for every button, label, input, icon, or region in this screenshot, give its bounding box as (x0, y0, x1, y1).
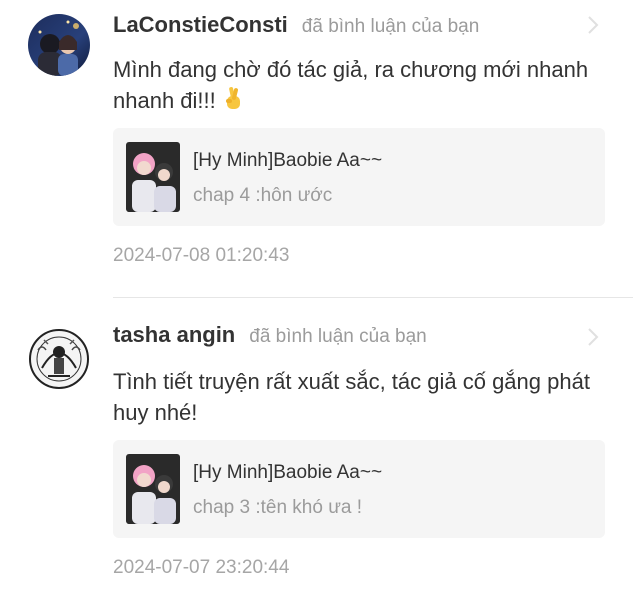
chapter-title: chap 3 :tên khó ưa ! (193, 497, 363, 518)
action-text: đã bình luận của bạn (249, 326, 427, 347)
chapter-title: chap 4 :hôn ước (193, 185, 333, 206)
avatar-image (28, 14, 90, 76)
comment-header: tasha angin đã bình luận của bạn (113, 322, 427, 348)
comment-notification-list: LaConstieConsti đã bình luận của bạn Mìn… (0, 0, 633, 600)
chevron-right-icon[interactable] (586, 14, 600, 36)
story-cover-image (126, 454, 180, 524)
crossed-fingers-icon (222, 85, 246, 119)
story-title: [Hy Minh]Baobie Aa~~ (193, 462, 383, 483)
avatar[interactable] (28, 14, 90, 76)
story-title: [Hy Minh]Baobie Aa~~ (193, 150, 383, 171)
timestamp: 2024-07-08 01:20:43 (113, 245, 290, 266)
comment-text-content: Mình đang chờ đó tác giả, ra chương mới … (113, 57, 589, 113)
story-cover-image (126, 142, 180, 212)
comment-text-content: Tình tiết truyện rất xuất sắc, tác giả c… (113, 369, 590, 425)
comment-item[interactable]: tasha angin đã bình luận của bạn Tình ti… (0, 298, 633, 600)
chevron-right-icon[interactable] (586, 326, 600, 348)
comment-header: LaConstieConsti đã bình luận của bạn (113, 12, 479, 38)
timestamp: 2024-07-07 23:20:44 (113, 557, 290, 578)
action-text: đã bình luận của bạn (301, 16, 480, 37)
avatar[interactable] (28, 328, 90, 390)
username[interactable]: LaConstieConsti (113, 12, 288, 38)
story-card[interactable]: [Hy Minh]Baobie Aa~~ chap 3 :tên khó ưa … (113, 440, 605, 538)
story-card[interactable]: [Hy Minh]Baobie Aa~~ chap 4 :hôn ước (113, 128, 605, 226)
username[interactable]: tasha angin (113, 322, 235, 348)
comment-text: Tình tiết truyện rất xuất sắc, tác giả c… (113, 366, 593, 428)
comment-item[interactable]: LaConstieConsti đã bình luận của bạn Mìn… (0, 0, 633, 298)
avatar-image (28, 328, 90, 390)
comment-text: Mình đang chờ đó tác giả, ra chương mới … (113, 54, 593, 119)
